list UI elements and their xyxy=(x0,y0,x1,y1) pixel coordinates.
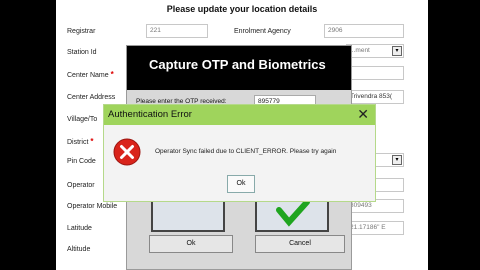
latitude-label: Latitude xyxy=(67,225,92,232)
error-icon xyxy=(113,138,141,166)
center-name-text: Center Name xyxy=(67,72,109,79)
close-icon[interactable]: ✕ xyxy=(357,106,369,123)
district-label: District * xyxy=(67,137,93,146)
chevron-down-icon[interactable]: ▾ xyxy=(392,46,402,56)
error-title: Authentication Error xyxy=(108,109,192,120)
required-mark: * xyxy=(90,137,94,146)
otp-dialog-header: Capture OTP and Biometrics xyxy=(127,46,351,90)
district-text: District xyxy=(67,139,89,146)
latitude-field[interactable]: 21.17186" E xyxy=(346,221,404,235)
required-mark: * xyxy=(110,70,114,79)
center-name-label: Center Name * xyxy=(67,70,114,79)
center-address-field[interactable]: Trivendra 853( xyxy=(346,90,404,104)
biometric-status-box xyxy=(255,198,329,232)
otp-dialog-title: Capture OTP and Biometrics xyxy=(149,57,326,72)
agency-label: Enrolment Agency xyxy=(234,28,291,35)
mobile-label: Operator Mobile xyxy=(67,203,118,210)
error-ok-button[interactable]: Ok xyxy=(227,175,255,193)
authentication-error-dialog: Authentication Error ✕ Operator Sync fai… xyxy=(103,104,376,202)
otp-ok-button[interactable]: Ok xyxy=(149,235,233,253)
error-message: Operator Sync failed due to CLIENT_ERROR… xyxy=(155,148,337,155)
error-title-bar: Authentication Error ✕ xyxy=(104,105,375,125)
operator-label: Operator xyxy=(67,182,95,189)
agency-field[interactable]: 2906 xyxy=(324,24,404,38)
biometric-capture-box[interactable] xyxy=(151,198,225,232)
pincode-label: Pin Code xyxy=(67,158,96,165)
chevron-down-icon[interactable]: ▾ xyxy=(392,155,402,165)
village-label: Village/To xyxy=(67,116,98,123)
altitude-label: Altitude xyxy=(67,246,91,253)
center-address-label: Center Address xyxy=(67,94,116,101)
otp-cancel-button[interactable]: Cancel xyxy=(255,235,345,253)
page-title: Please update your location details xyxy=(166,4,318,14)
station-label: Station Id xyxy=(67,49,97,56)
check-icon xyxy=(276,199,310,227)
registrar-field[interactable]: 221 xyxy=(146,24,208,38)
registrar-label: Registrar xyxy=(67,28,96,35)
station-select-value: ...ment xyxy=(350,47,370,54)
center-name-field[interactable] xyxy=(346,66,404,80)
